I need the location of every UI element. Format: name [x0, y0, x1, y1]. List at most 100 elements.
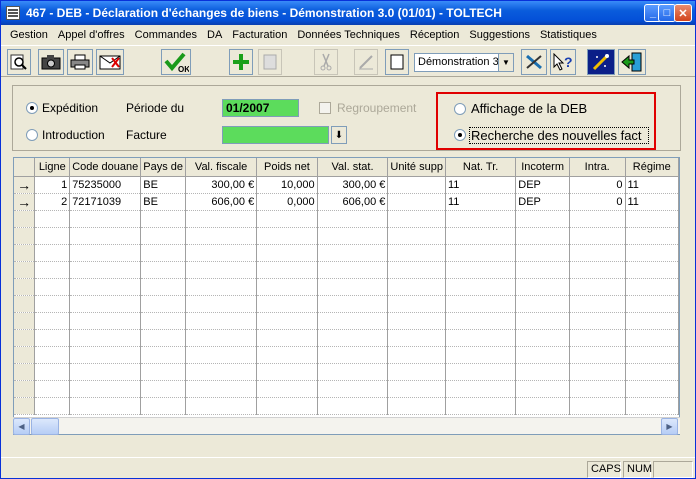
- horizontal-scrollbar[interactable]: ◀ ▶: [13, 417, 680, 435]
- cell-poids-net[interactable]: [256, 312, 318, 330]
- cell-intra[interactable]: [569, 397, 626, 415]
- cell-val-fiscale[interactable]: [185, 397, 258, 415]
- app-icon[interactable]: [6, 6, 20, 20]
- cell-poids-net[interactable]: [256, 363, 318, 381]
- cell-regime[interactable]: [625, 210, 679, 228]
- cell-unite-supp[interactable]: [387, 295, 446, 313]
- cell-val-fiscale[interactable]: [185, 227, 258, 245]
- cell-intra[interactable]: [569, 363, 626, 381]
- cell-intra[interactable]: [569, 312, 626, 330]
- cell-code-douane[interactable]: [69, 346, 142, 364]
- row-indicator[interactable]: [14, 346, 36, 364]
- cell-ligne[interactable]: [34, 244, 71, 262]
- cell-regime[interactable]: [625, 295, 679, 313]
- table-row[interactable]: → 2 72171039 BE 606,00 €0,000 606,00 €11 DEP 0 1…: [14, 193, 679, 211]
- facture-lookup-button[interactable]: ⬇: [331, 126, 347, 144]
- cell-code-douane[interactable]: 75235000: [69, 176, 142, 194]
- cell-intra[interactable]: 0: [569, 193, 626, 211]
- cell-incoterm[interactable]: [515, 312, 570, 330]
- tools-button[interactable]: [521, 49, 547, 75]
- cell-poids-net[interactable]: [256, 380, 318, 398]
- cell-poids-net[interactable]: [256, 261, 318, 279]
- cell-val-fiscale[interactable]: [185, 261, 258, 279]
- cell-ligne[interactable]: [34, 227, 71, 245]
- cell-intra[interactable]: [569, 244, 626, 262]
- cell-val-stat[interactable]: [317, 278, 389, 296]
- cell-code-douane[interactable]: [69, 227, 142, 245]
- periode-field[interactable]: 01/2007: [222, 99, 299, 117]
- cell-regime[interactable]: [625, 363, 679, 381]
- col-header-val-fiscale[interactable]: Val. fiscale: [185, 158, 258, 177]
- cell-val-fiscale[interactable]: [185, 312, 258, 330]
- menu-facturation[interactable]: Facturation: [227, 29, 292, 41]
- row-indicator[interactable]: [14, 295, 36, 313]
- table-row[interactable]: [14, 295, 679, 313]
- cell-incoterm[interactable]: [515, 261, 570, 279]
- row-indicator[interactable]: [14, 329, 36, 347]
- scroll-right-button[interactable]: ▶: [661, 418, 678, 435]
- cell-regime[interactable]: [625, 227, 679, 245]
- cell-incoterm[interactable]: DEP: [515, 176, 570, 194]
- recherche-radio[interactable]: [454, 129, 466, 141]
- cell-unite-supp[interactable]: [387, 261, 446, 279]
- cell-unite-supp[interactable]: [387, 176, 446, 194]
- table-row[interactable]: [14, 210, 679, 228]
- cell-pays[interactable]: [140, 397, 186, 415]
- cell-regime[interactable]: [625, 244, 679, 262]
- row-indicator[interactable]: [14, 227, 36, 245]
- cell-pays[interactable]: [140, 312, 186, 330]
- cell-intra[interactable]: 0: [569, 176, 626, 194]
- cell-code-douane[interactable]: [69, 380, 142, 398]
- col-header-regime[interactable]: Régime: [625, 158, 679, 177]
- row-indicator[interactable]: [14, 278, 36, 296]
- cell-incoterm[interactable]: [515, 295, 570, 313]
- cell-val-stat[interactable]: [317, 244, 389, 262]
- cell-unite-supp[interactable]: [387, 397, 446, 415]
- col-header-val-stat[interactable]: Val. stat.: [317, 158, 389, 177]
- add-button[interactable]: [229, 49, 253, 75]
- cell-poids-net[interactable]: [256, 397, 318, 415]
- menu-reception[interactable]: Réception: [405, 29, 465, 41]
- cell-nat-tr[interactable]: 11: [445, 193, 517, 211]
- cell-nat-tr[interactable]: [445, 227, 517, 245]
- cell-nat-tr[interactable]: [445, 261, 517, 279]
- cell-incoterm[interactable]: [515, 227, 570, 245]
- cell-val-stat[interactable]: [317, 380, 389, 398]
- cell-nat-tr[interactable]: [445, 397, 517, 415]
- company-select[interactable]: Démonstration 3 ▼: [414, 53, 514, 72]
- cell-code-douane[interactable]: [69, 329, 142, 347]
- scroll-left-button[interactable]: ◀: [13, 418, 30, 435]
- col-header-ligne[interactable]: Ligne: [34, 158, 71, 177]
- cell-unite-supp[interactable]: [387, 193, 446, 211]
- cell-pays[interactable]: [140, 346, 186, 364]
- cell-incoterm[interactable]: DEP: [515, 193, 570, 211]
- cell-unite-supp[interactable]: [387, 210, 446, 228]
- menu-donnees-techniques[interactable]: Données Techniques: [292, 29, 405, 41]
- cell-intra[interactable]: [569, 295, 626, 313]
- cell-poids-net[interactable]: [256, 278, 318, 296]
- cell-regime[interactable]: [625, 346, 679, 364]
- table-row[interactable]: [14, 397, 679, 415]
- cell-val-stat[interactable]: [317, 363, 389, 381]
- cell-unite-supp[interactable]: [387, 380, 446, 398]
- row-indicator[interactable]: [14, 312, 36, 330]
- col-header-intra[interactable]: Intra.: [569, 158, 626, 177]
- cell-intra[interactable]: [569, 380, 626, 398]
- cell-poids-net[interactable]: [256, 295, 318, 313]
- cell-poids-net[interactable]: [256, 346, 318, 364]
- cell-val-stat[interactable]: 606,00 €: [317, 193, 389, 211]
- cell-code-douane[interactable]: [69, 261, 142, 279]
- table-row[interactable]: [14, 346, 679, 364]
- cell-regime[interactable]: [625, 261, 679, 279]
- help-button[interactable]: ?: [550, 49, 576, 75]
- menu-statistiques[interactable]: Statistiques: [535, 29, 602, 41]
- col-header-poids-net[interactable]: Poids net: [256, 158, 318, 177]
- cell-nat-tr[interactable]: [445, 210, 517, 228]
- cell-incoterm[interactable]: [515, 244, 570, 262]
- print-button[interactable]: [67, 49, 93, 75]
- cell-code-douane[interactable]: [69, 210, 142, 228]
- facture-field[interactable]: [222, 126, 329, 144]
- table-row[interactable]: [14, 363, 679, 381]
- col-header-unite-supp[interactable]: Unité supp: [387, 158, 446, 177]
- cell-ligne[interactable]: 1: [34, 176, 71, 194]
